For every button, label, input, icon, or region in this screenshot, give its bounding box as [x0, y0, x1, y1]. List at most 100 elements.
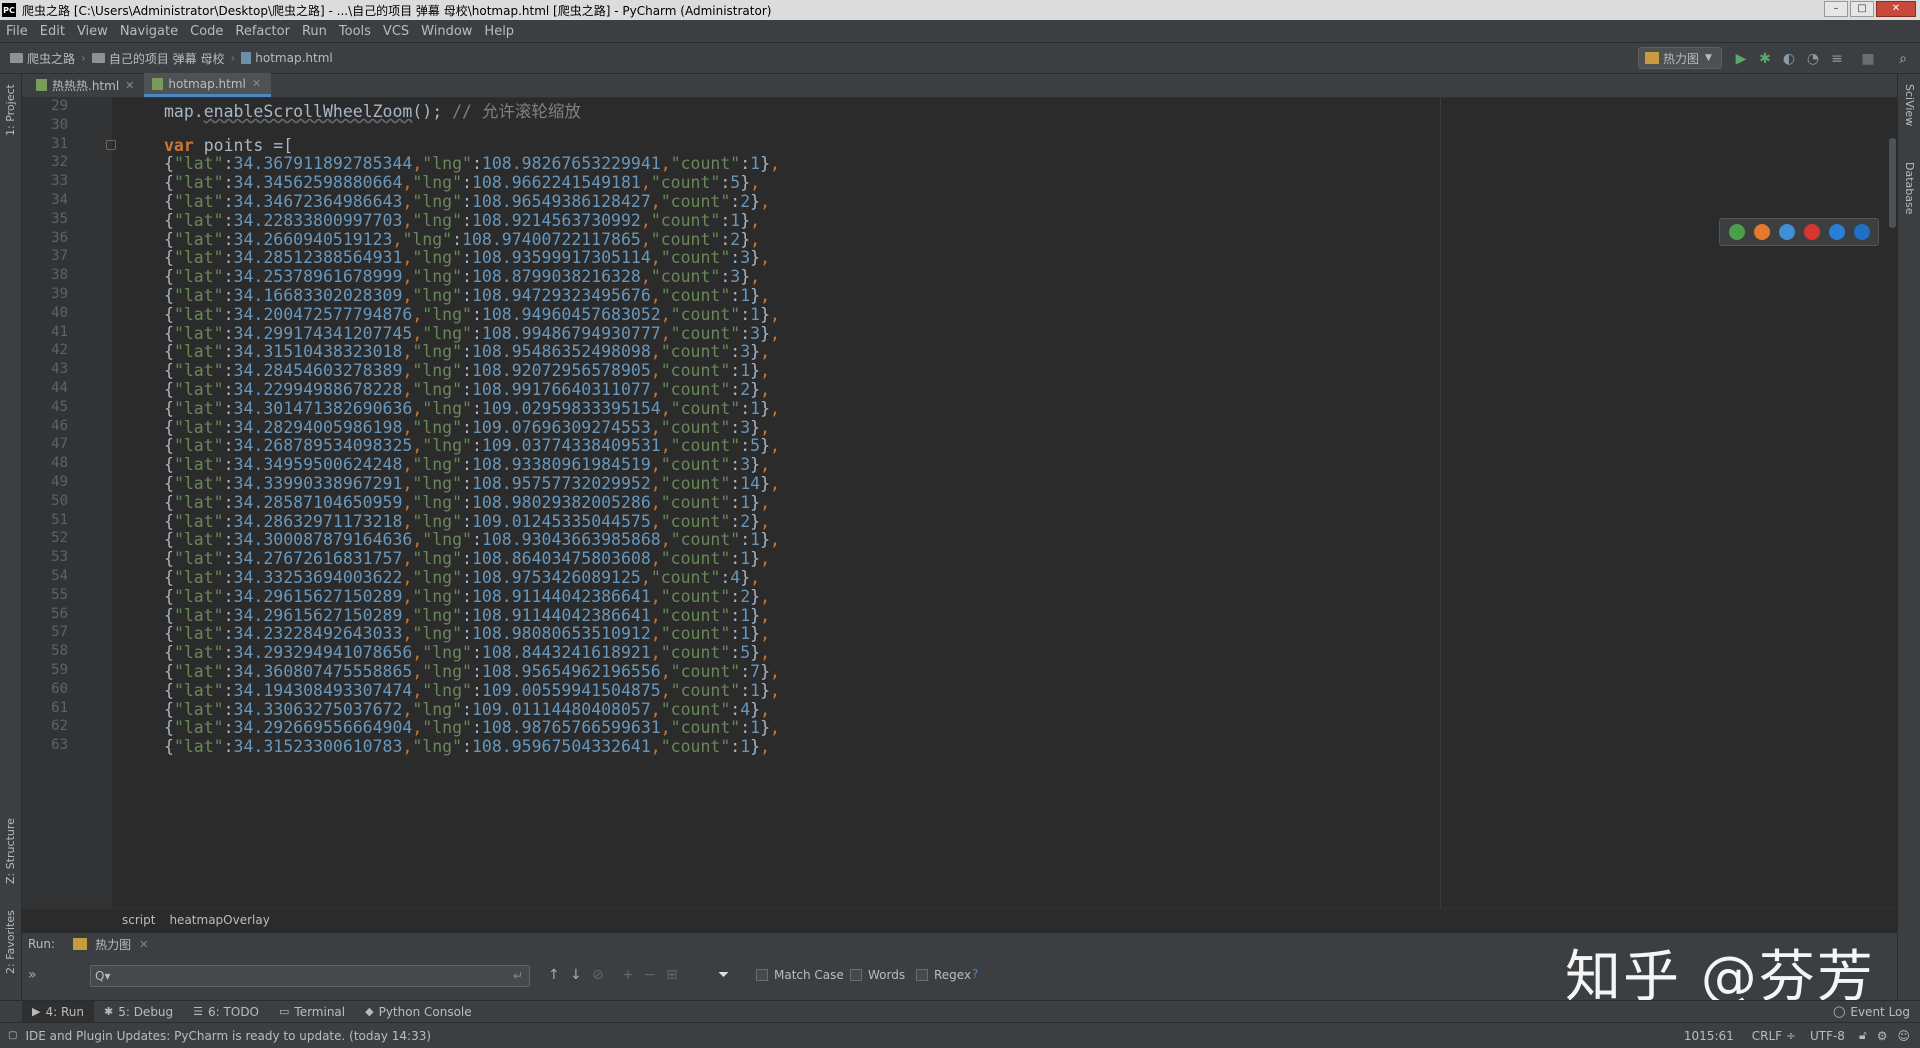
lock-icon[interactable]: 🔓︎: [1859, 1028, 1867, 1043]
filter-icon[interactable]: ⏷: [718, 967, 729, 983]
run-icon[interactable]: ▶: [1733, 51, 1749, 67]
layout-icon[interactable]: ▢: [8, 1030, 17, 1041]
nav-crumb-file[interactable]: hotmap.html: [237, 51, 336, 65]
menu-code[interactable]: Code: [184, 24, 229, 39]
safari-icon[interactable]: [1778, 224, 1795, 240]
find-all-icon[interactable]: ⊘: [592, 967, 604, 983]
editor-tabs: 热热热.html ✕ hotmap.html ✕: [22, 73, 1897, 98]
inspector-icon[interactable]: ☺︎: [1897, 1029, 1910, 1043]
database-tool-button[interactable]: Database: [1903, 162, 1916, 215]
coverage-icon[interactable]: ◐: [1781, 51, 1797, 67]
run-search-input[interactable]: Q▾ ↵: [90, 965, 530, 987]
regex-help-link[interactable]: ?: [972, 967, 978, 981]
menu-window[interactable]: Window: [415, 24, 478, 39]
checkbox-box[interactable]: [850, 969, 862, 981]
menu-view[interactable]: View: [71, 24, 114, 39]
line-number: 52: [51, 530, 68, 547]
menu-tools[interactable]: Tools: [333, 24, 377, 39]
chrome-icon[interactable]: [1728, 224, 1745, 240]
code-line: {"lat":34.28294005986198,"lng":109.07696…: [164, 417, 771, 437]
nav-crumb-project[interactable]: 爬虫之路: [6, 50, 79, 67]
window-title: 爬虫之路 [C:\Users\Administrator\Desktop\爬虫之…: [22, 3, 772, 18]
code-line: {"lat":34.31510438323018,"lng":108.95486…: [164, 342, 771, 362]
breadcrumb-heatmap-overlay[interactable]: heatmapOverlay: [169, 913, 269, 927]
arrow-up-icon[interactable]: ↑: [548, 967, 560, 983]
close-icon[interactable]: ✕: [125, 79, 134, 92]
close-icon[interactable]: ✕: [252, 77, 261, 90]
code-editor[interactable]: 29 30 31 32 33 34 35 36 37 38 39 40 41 42 43 44 45 46 47 48…: [22, 98, 1897, 908]
nav-crumb-folder[interactable]: 自己的项目 弹幕 母校: [88, 50, 229, 67]
tab-label: Event Log: [1850, 1004, 1910, 1019]
internet-explorer-icon[interactable]: [1828, 224, 1845, 240]
tab-label: hotmap.html: [168, 76, 246, 91]
code-line: {"lat":34.22833800997703,"lng":108.92145…: [164, 210, 761, 230]
add-occurrence-icon[interactable]: +: [622, 967, 634, 983]
opera-icon[interactable]: [1803, 224, 1820, 240]
run-configuration-select[interactable]: 热力图 ▼: [1638, 47, 1722, 69]
tab-label: 4: Run: [45, 1004, 84, 1019]
file-encoding[interactable]: UTF-8: [1810, 1029, 1845, 1043]
editor-scrollbar[interactable]: [1888, 98, 1897, 908]
menu-vcs[interactable]: VCS: [377, 24, 415, 39]
tab-todo[interactable]: ☰ 6: TODO: [183, 1001, 269, 1023]
words-checkbox[interactable]: Words: [850, 968, 905, 982]
profile-icon[interactable]: ◔: [1805, 51, 1821, 67]
nav-crumb-label: 爬虫之路: [27, 51, 76, 66]
line-number: 37: [51, 248, 68, 265]
menu-help[interactable]: Help: [478, 24, 520, 39]
status-message[interactable]: IDE and Plugin Updates: PyCharm is ready…: [25, 1029, 431, 1043]
menu-edit[interactable]: Edit: [34, 24, 71, 39]
search-everywhere-icon[interactable]: ⌕: [1895, 51, 1911, 67]
close-icon[interactable]: ✕: [139, 938, 148, 951]
arrow-down-icon[interactable]: ↓: [570, 967, 582, 983]
checkbox-box[interactable]: [756, 969, 768, 981]
expand-icon[interactable]: »: [28, 967, 37, 983]
regex-checkbox[interactable]: Regex: [916, 968, 971, 982]
line-separator[interactable]: CRLF ÷: [1752, 1029, 1796, 1043]
line-number: 45: [51, 398, 68, 415]
favorites-tool-button[interactable]: 2: Favorites: [4, 910, 17, 974]
remove-occurrence-icon[interactable]: −: [644, 967, 656, 983]
code-line: {"lat":34.200472577794876,"lng":108.9496…: [164, 304, 780, 324]
right-margin-guide: [1440, 98, 1441, 908]
match-case-checkbox[interactable]: Match Case: [756, 968, 844, 982]
scrollbar-thumb[interactable]: [1889, 138, 1896, 228]
concurrency-icon[interactable]: ≡: [1829, 51, 1845, 67]
menu-file[interactable]: File: [0, 24, 34, 39]
maximize-button[interactable]: □: [1850, 1, 1874, 17]
sciview-tool-button[interactable]: SciView: [1903, 84, 1916, 126]
line-number: 30: [51, 116, 68, 133]
breadcrumb-script[interactable]: script: [122, 913, 155, 927]
tab-rerere-html[interactable]: 热热热.html ✕: [28, 73, 144, 97]
stop-icon[interactable]: ■: [1860, 51, 1876, 67]
tab-run[interactable]: ▶ 4: Run: [22, 1000, 94, 1023]
caret-position[interactable]: 1015:61: [1684, 1029, 1734, 1043]
tab-debug[interactable]: ✱ 5: Debug: [94, 1001, 183, 1023]
minimize-button[interactable]: –: [1824, 1, 1848, 17]
select-all-icon[interactable]: ⊞: [666, 967, 678, 983]
close-window-button[interactable]: ✕: [1876, 1, 1916, 17]
menu-navigate[interactable]: Navigate: [114, 24, 184, 39]
edge-icon[interactable]: [1853, 224, 1870, 240]
code-line: {"lat":34.293294941078656,"lng":108.8443…: [164, 643, 771, 663]
tab-python-console[interactable]: ◆ Python Console: [355, 1001, 482, 1023]
nav-crumb-label: hotmap.html: [255, 51, 333, 65]
run-tab[interactable]: 热力图: [95, 936, 131, 953]
settings-icon[interactable]: ⚙︎: [1877, 1029, 1888, 1043]
line-number: 38: [51, 267, 68, 284]
checkbox-box[interactable]: [916, 969, 928, 981]
code-line: {"lat":34.300087879164636,"lng":108.9304…: [164, 530, 780, 550]
tab-terminal[interactable]: ▭ Terminal: [269, 1001, 355, 1023]
menu-run[interactable]: Run: [296, 24, 333, 39]
debug-icon[interactable]: ✱: [1757, 51, 1773, 67]
structure-tool-button[interactable]: Z: Structure: [4, 818, 17, 884]
tab-hotmap-html[interactable]: hotmap.html ✕: [144, 73, 272, 97]
firefox-icon[interactable]: [1753, 224, 1770, 240]
project-tool-button[interactable]: 1: Project: [4, 84, 17, 136]
line-number: 61: [51, 699, 68, 716]
menu-refactor[interactable]: Refactor: [229, 24, 296, 39]
fold-marker-icon[interactable]: [106, 139, 116, 150]
clear-icon[interactable]: ↵: [513, 969, 523, 983]
terminal-icon: ▭: [279, 1005, 290, 1018]
event-log-button[interactable]: ◯ Event Log: [1823, 1001, 1920, 1023]
